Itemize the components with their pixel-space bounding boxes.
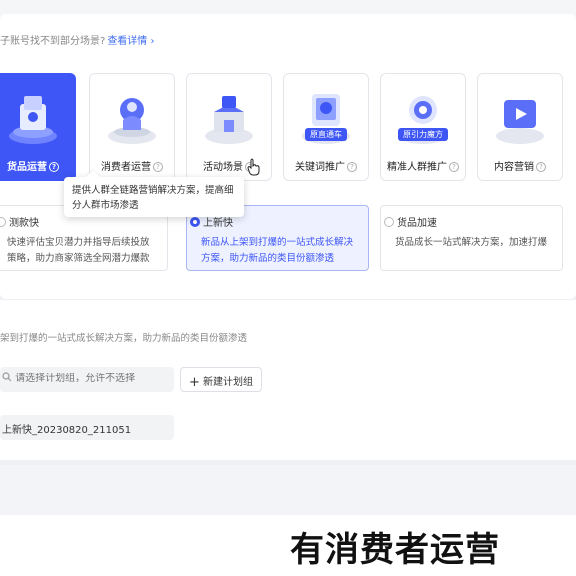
card-tooltip: 提供人群全链路营销解决方案，提高细分人群市场渗透 xyxy=(64,177,244,217)
consumer-person-icon xyxy=(108,98,156,144)
help-icon: ? xyxy=(347,162,357,172)
badge: 原直通车 xyxy=(305,128,347,141)
search-icon xyxy=(2,372,12,382)
card-product-ops[interactable]: 货品运营? xyxy=(0,73,76,181)
view-details-link[interactable]: 查看详情 › xyxy=(107,36,154,47)
plan-group-select[interactable] xyxy=(0,367,174,392)
help-icon: ? xyxy=(536,162,546,172)
option-desc: 快速评估宝贝潜力并指导后续投放策略，助力商家筛选全网潜力爆款 xyxy=(7,237,150,264)
radio-button[interactable] xyxy=(0,217,6,227)
card-consumer-ops[interactable]: 消费者运营? xyxy=(89,73,175,181)
card-label: 关键词推广? xyxy=(284,158,368,173)
card-targeted-audience[interactable]: 原引力魔方 精准人群推广? xyxy=(380,73,466,181)
radio-button[interactable] xyxy=(384,217,394,227)
help-icon: ? xyxy=(449,162,459,172)
card-label: 货品运营? xyxy=(0,158,75,173)
plan-name-field[interactable]: 上新快_20230820_211051 xyxy=(0,415,174,440)
plan-group-input[interactable] xyxy=(15,373,166,384)
card-content-marketing[interactable]: 内容营销? xyxy=(477,73,563,181)
help-icon: ? xyxy=(153,162,163,172)
video-play-icon xyxy=(496,100,544,144)
option-product-accelerate[interactable]: 货品加速 货品成长一站式解决方案，加速打爆 xyxy=(380,205,563,271)
card-label: 精准人群推广? xyxy=(381,158,465,173)
option-desc: 货品成长一站式解决方案，加速打爆 xyxy=(395,237,548,248)
card-label: 内容营销? xyxy=(478,158,562,173)
scene-cards: 货品运营? 消费者运营? 活动场景? 原直通车 关键词推广 xyxy=(0,73,576,181)
option-title: 货品加速 xyxy=(397,218,437,229)
card-keyword-promo[interactable]: 原直通车 关键词推广? xyxy=(283,73,369,181)
shop-building-icon xyxy=(205,96,253,144)
help-icon: ? xyxy=(49,162,59,172)
plus-icon: + xyxy=(188,375,200,390)
new-plan-group-label: 新建计划组 xyxy=(203,377,254,388)
scene-description: 架到打爆的一站式成长解决方案，助力新品的类目份额渗透 xyxy=(0,333,248,344)
new-plan-group-button[interactable]: + 新建计划组 xyxy=(180,367,262,392)
card-label: 消费者运营? xyxy=(90,158,174,173)
product-box-icon xyxy=(9,96,57,144)
subaccount-notice: 子账号找不到部分场景? 查看详情 › xyxy=(0,32,155,47)
notice-text: 子账号找不到部分场景? xyxy=(0,36,106,47)
video-subtitle: 有消费者运营 xyxy=(290,530,500,570)
radio-button-selected[interactable] xyxy=(190,217,200,227)
badge: 原引力魔方 xyxy=(398,128,448,141)
option-desc: 新品从上架到打爆的一站式成长解决方案，助力新品的类目份额渗透 xyxy=(201,237,354,264)
hand-cursor-icon xyxy=(247,158,260,176)
